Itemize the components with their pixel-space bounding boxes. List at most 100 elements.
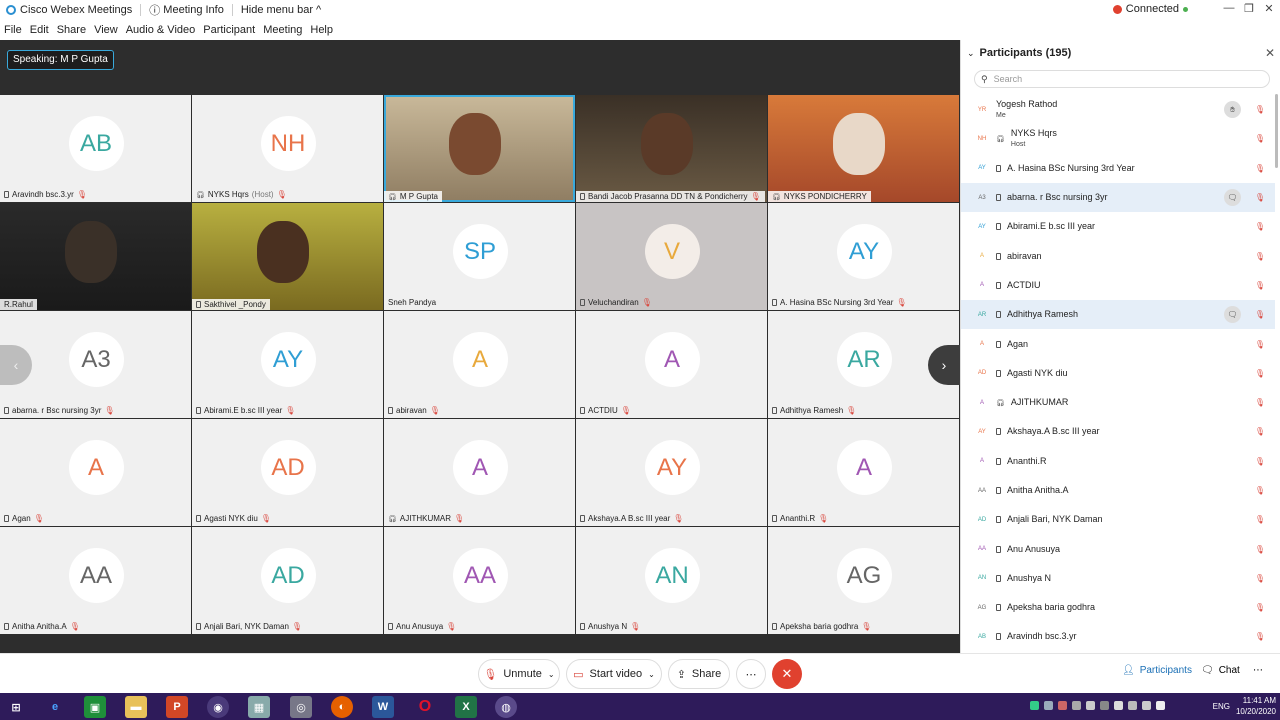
menu-item-view[interactable]: View bbox=[94, 24, 118, 36]
raise-hand-icon[interactable]: ✋︎ bbox=[1224, 101, 1241, 119]
participant-list-item[interactable]: A3 abarna. r Bsc nursing 3yr 🗨︎ 🎙︎ bbox=[961, 182, 1275, 213]
mic-muted-icon[interactable]: 🎙︎ bbox=[1255, 427, 1265, 436]
participant-tile[interactable]: Aabiravan 🎙︎ bbox=[384, 311, 575, 418]
word-icon[interactable]: W bbox=[372, 696, 394, 718]
participant-list-item[interactable]: AN Anushya N 🎙︎ bbox=[961, 564, 1275, 593]
mic-muted-icon[interactable]: 🎙︎ bbox=[1255, 515, 1265, 524]
leave-meeting-button[interactable]: ✕ bbox=[772, 659, 802, 689]
list-scrollbar[interactable] bbox=[1275, 94, 1278, 168]
participant-list-item[interactable]: AY Akshaya.A B.sc III year 🎙︎ bbox=[961, 417, 1275, 446]
participant-tile[interactable]: NH 🎧︎ NYKS Hqrs (Host) 🎙︎ bbox=[192, 95, 383, 202]
participant-tile[interactable]: 🎧︎ M P Gupta bbox=[384, 95, 575, 202]
firefox-icon[interactable]: ◐ bbox=[331, 696, 353, 718]
share-button[interactable]: ⇪ Share bbox=[668, 659, 730, 689]
mic-muted-icon[interactable]: 🎙︎ bbox=[1255, 632, 1265, 641]
menu-item-participant[interactable]: Participant bbox=[203, 24, 255, 36]
participant-list-item[interactable]: A Ananthi.R 🎙︎ bbox=[961, 447, 1275, 476]
more-options-button[interactable]: ⋯ bbox=[736, 659, 766, 689]
mic-muted-icon[interactable]: 🎙︎ bbox=[1255, 574, 1265, 583]
participant-tile[interactable]: A 🎧︎ AJITHKUMAR 🎙︎ bbox=[384, 419, 575, 526]
mic-muted-icon[interactable]: 🎙︎ bbox=[1255, 340, 1265, 349]
mic-muted-icon[interactable]: 🎙︎ bbox=[1255, 486, 1265, 495]
participant-tile[interactable]: Bandi Jacob Prasanna DD TN & Pondicherry… bbox=[576, 95, 767, 202]
chat-icon[interactable]: 🗨︎ bbox=[1224, 189, 1241, 207]
participant-search[interactable]: ⚲ Search bbox=[974, 70, 1270, 88]
internet-explorer-icon[interactable]: e bbox=[44, 696, 66, 718]
menu-item-help[interactable]: Help bbox=[310, 24, 333, 36]
collapse-chevron-icon[interactable]: ⌄ bbox=[967, 48, 975, 59]
mic-muted-icon[interactable]: 🎙︎ bbox=[1255, 457, 1265, 466]
minimize-button[interactable]: — bbox=[1219, 2, 1239, 14]
store-icon[interactable]: ▣ bbox=[84, 696, 106, 718]
participant-tile[interactable]: 🎧︎ NYKS PONDICHERRY bbox=[768, 95, 959, 202]
mic-muted-icon[interactable]: 🎙︎ bbox=[1255, 252, 1265, 261]
participant-list-item[interactable]: AR Adhithya Ramesh 🗨︎ 🎙︎ bbox=[961, 300, 1275, 330]
search-input[interactable]: Search bbox=[994, 74, 1023, 84]
participant-tile[interactable]: AA Anu Anusuya 🎙︎ bbox=[384, 527, 575, 634]
participant-tile[interactable]: AY Akshaya.A B.sc III year 🎙︎ bbox=[576, 419, 767, 526]
participant-list-item[interactable]: AA Anitha Anitha.A 🎙︎ bbox=[961, 476, 1275, 505]
next-page-button[interactable]: › bbox=[928, 345, 960, 385]
participant-tile[interactable]: AB Aravindh bsc.3.yr 🎙︎ bbox=[0, 95, 191, 202]
unmute-button[interactable]: 🎙︎ Unmute ⌄ bbox=[478, 659, 560, 689]
mic-muted-icon[interactable]: 🎙︎ bbox=[1255, 369, 1265, 378]
mic-muted-icon[interactable]: 🎙︎ bbox=[1255, 398, 1265, 407]
participant-tile[interactable]: A Ananthi.R 🎙︎ bbox=[768, 419, 959, 526]
participant-list-item[interactable]: A Agan 🎙︎ bbox=[961, 329, 1275, 358]
mic-muted-icon[interactable]: 🎙︎ bbox=[1255, 193, 1265, 202]
mic-muted-icon[interactable]: 🎙︎ bbox=[1255, 164, 1265, 173]
calculator-icon[interactable]: ▦ bbox=[248, 696, 270, 718]
menu-item-edit[interactable]: Edit bbox=[30, 24, 49, 36]
start-video-button[interactable]: ▭ Start video ⌄ bbox=[566, 659, 662, 689]
participant-tile[interactable]: AG Apeksha baria godhra 🎙︎ bbox=[768, 527, 959, 634]
maximize-button[interactable]: ❐ bbox=[1239, 2, 1259, 15]
participant-tile[interactable]: A ACTDIU 🎙︎ bbox=[576, 311, 767, 418]
participant-list-item[interactable]: AD Agasti NYK diu 🎙︎ bbox=[961, 359, 1275, 388]
participant-list-item[interactable]: AY Abirami.E b.sc III year 🎙︎ bbox=[961, 212, 1275, 241]
menu-item-meeting[interactable]: Meeting bbox=[263, 24, 302, 36]
participant-tile[interactable]: AY A. Hasina BSc Nursing 3rd Year 🎙︎ bbox=[768, 203, 959, 310]
mic-muted-icon[interactable]: 🎙︎ bbox=[1255, 310, 1265, 319]
participant-tile[interactable]: V Veluchandiran 🎙︎ bbox=[576, 203, 767, 310]
powerpoint-icon[interactable]: P bbox=[166, 696, 188, 718]
participant-tile[interactable]: AA Anitha Anitha.A 🎙︎ bbox=[0, 527, 191, 634]
mic-muted-icon[interactable]: 🎙︎ bbox=[1255, 105, 1265, 114]
participant-list-item[interactable]: AA Anu Anusuya 🎙︎ bbox=[961, 534, 1275, 563]
chat-toggle-button[interactable]: 🗨︎ Chat bbox=[1201, 665, 1240, 676]
participant-tile[interactable]: AN Anushya N 🎙︎ bbox=[576, 527, 767, 634]
menu-item-share[interactable]: Share bbox=[57, 24, 86, 36]
clock[interactable]: 11:41 AM 10/20/2020 bbox=[1236, 695, 1276, 717]
participant-tile[interactable]: AD Anjali Bari, NYK Daman 🎙︎ bbox=[192, 527, 383, 634]
close-panel-button[interactable]: ✕ bbox=[1265, 46, 1275, 60]
participant-list-item[interactable]: YR Yogesh Rathod Me ✋︎ 🎙︎ bbox=[961, 95, 1275, 124]
mic-muted-icon[interactable]: 🎙︎ bbox=[1255, 222, 1265, 231]
participant-tile[interactable]: SP Sneh Pandya bbox=[384, 203, 575, 310]
mic-muted-icon[interactable]: 🎙︎ bbox=[1255, 603, 1265, 612]
hide-menu-bar-button[interactable]: Hide menu bar ^ bbox=[241, 4, 321, 16]
participant-tile[interactable]: R.Rahul bbox=[0, 203, 191, 310]
opera-icon[interactable]: O bbox=[414, 696, 436, 718]
participant-list-item[interactable]: A 🎧︎ AJITHKUMAR 🎙︎ bbox=[961, 388, 1275, 417]
participant-tile[interactable]: AD Agasti NYK diu 🎙︎ bbox=[192, 419, 383, 526]
participant-tile[interactable]: AY Abirami.E b.sc III year 🎙︎ bbox=[192, 311, 383, 418]
participant-list-item[interactable]: A ACTDIU 🎙︎ bbox=[961, 271, 1275, 300]
participant-list-item[interactable]: AB Aravindh bsc.3.yr 🎙︎ bbox=[961, 622, 1275, 648]
network-icon[interactable]: ◎ bbox=[290, 696, 312, 718]
windows-start-icon[interactable]: ⊞ bbox=[5, 696, 27, 718]
menu-item-audio-video[interactable]: Audio & Video bbox=[126, 24, 196, 36]
mic-muted-icon[interactable]: 🎙︎ bbox=[1255, 281, 1265, 290]
participant-tile[interactable]: Sakthivel _Pondy bbox=[192, 203, 383, 310]
file-explorer-icon[interactable]: ▬ bbox=[125, 696, 147, 718]
participants-toggle-button[interactable]: 👤︎ Participants bbox=[1122, 665, 1192, 676]
mic-muted-icon[interactable]: 🎙︎ bbox=[1255, 134, 1265, 143]
menu-item-file[interactable]: File bbox=[4, 24, 22, 36]
participant-list-item[interactable]: AY A. Hasina BSc Nursing 3rd Year 🎙︎ bbox=[961, 154, 1275, 183]
participant-tile[interactable]: A Agan 🎙︎ bbox=[0, 419, 191, 526]
participant-list-item[interactable]: NH 🎧︎ NYKS Hqrs Host 🎙︎ bbox=[961, 124, 1275, 153]
participant-list-item[interactable]: AD Anjali Bari, NYK Daman 🎙︎ bbox=[961, 505, 1275, 534]
close-window-button[interactable]: ✕ bbox=[1259, 2, 1279, 15]
participant-list-item[interactable]: Aabiravan 🎙︎ bbox=[961, 241, 1275, 270]
chat-icon[interactable]: 🗨︎ bbox=[1224, 306, 1241, 324]
webex-taskbar-icon[interactable]: ◍ bbox=[495, 696, 517, 718]
participant-list-item[interactable]: AG Apeksha baria godhra 🎙︎ bbox=[961, 593, 1275, 622]
